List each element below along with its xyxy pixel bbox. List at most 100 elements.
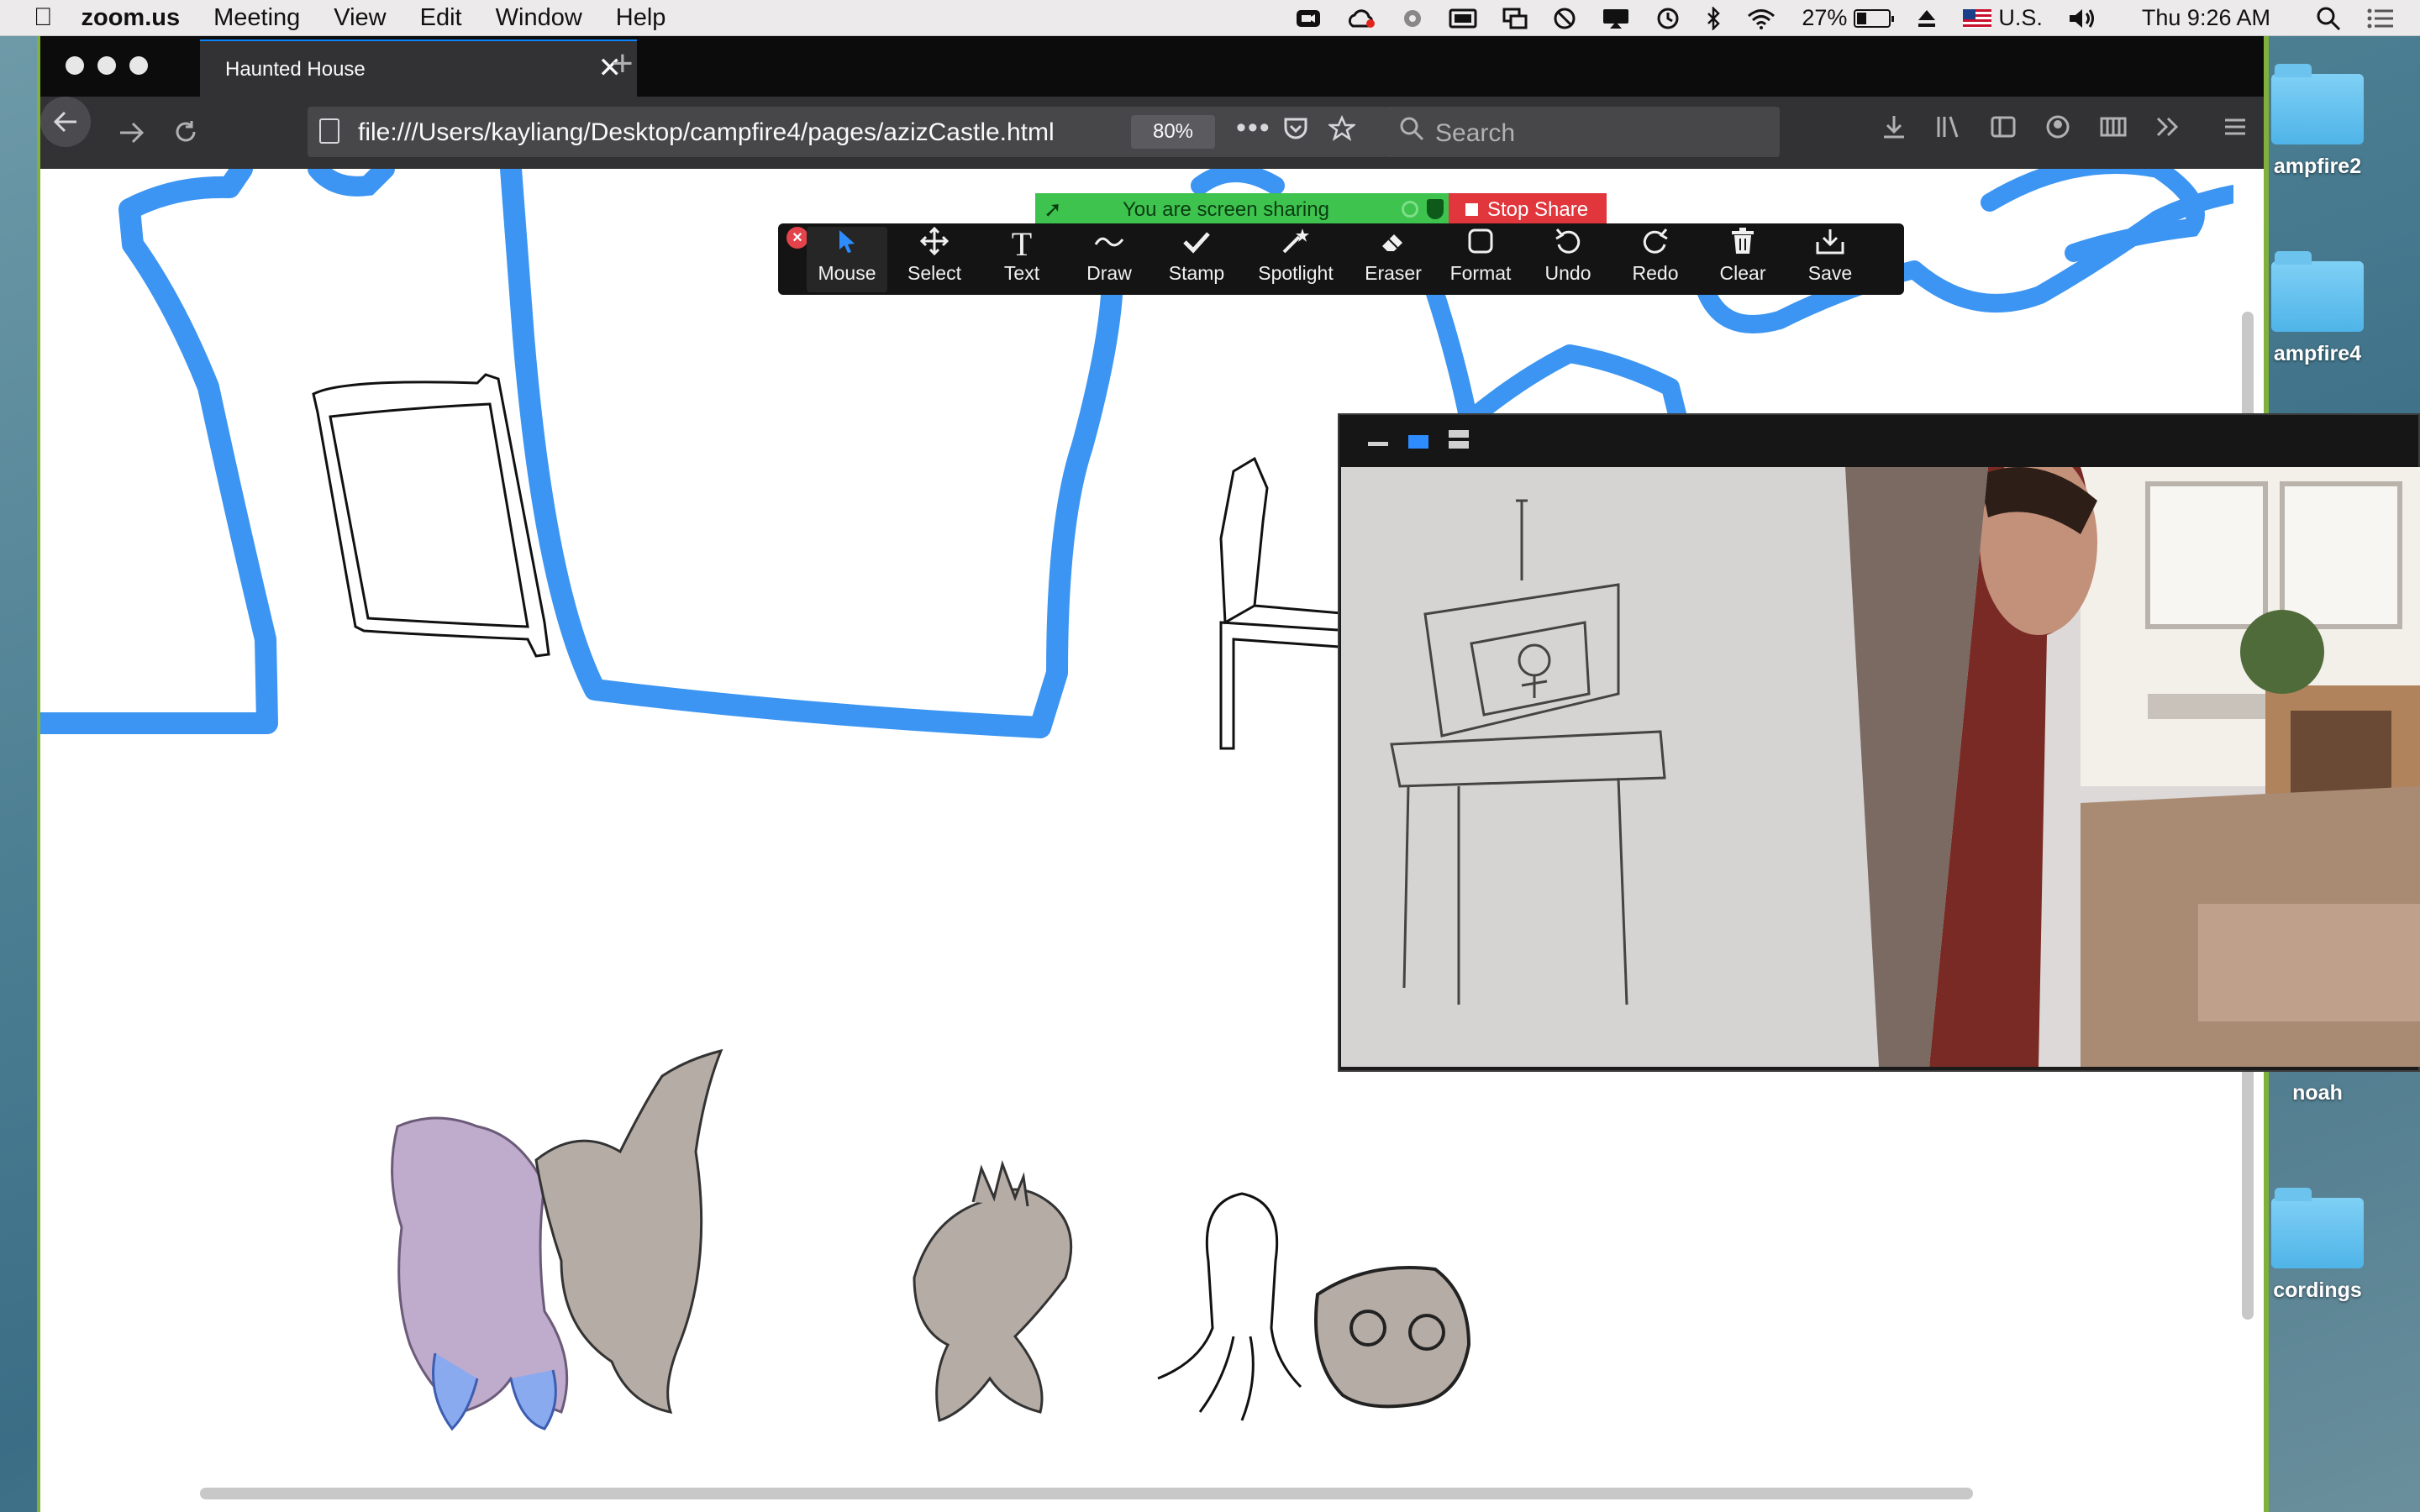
apple-menu-icon[interactable]:  — [34, 3, 53, 32]
desktop-folder-recordings[interactable]: cordings — [2259, 1188, 2376, 1303]
blue-castle-outline-left — [40, 169, 278, 734]
tool-select[interactable]: Select — [894, 226, 975, 292]
window-close-button[interactable] — [66, 56, 84, 75]
tab-title: Haunted House — [225, 58, 366, 81]
square-icon — [1440, 227, 1521, 262]
pocket-icon[interactable] — [1282, 115, 1309, 150]
menu-edit[interactable]: Edit — [420, 4, 462, 32]
tool-eraser[interactable]: Eraser — [1353, 227, 1434, 292]
url-bar[interactable]: file:///Users/kayliang/Desktop/campfire4… — [308, 107, 1387, 157]
share-arrow-icon: ➚ — [1044, 197, 1062, 222]
search-bar[interactable]: Search — [1385, 107, 1780, 157]
reload-button[interactable] — [173, 117, 198, 152]
folder-icon — [2271, 251, 2364, 332]
tool-redo[interactable]: Redo — [1615, 227, 1696, 292]
squiggle-icon — [1069, 227, 1150, 262]
move-arrows-icon — [894, 226, 975, 262]
horizontal-scrollbar[interactable] — [200, 1488, 1973, 1499]
page-actions-icon[interactable]: ••• — [1236, 112, 1271, 144]
time-machine-icon[interactable] — [1655, 7, 1681, 30]
tool-format[interactable]: Format — [1440, 227, 1521, 292]
screen-share-icon[interactable] — [1502, 8, 1528, 29]
search-placeholder: Search — [1435, 119, 1516, 147]
active-speaker-view-icon[interactable] — [1408, 435, 1428, 449]
video-frame-drawing — [1341, 467, 2420, 1067]
menu-view[interactable]: View — [334, 4, 386, 32]
creative-cloud-icon[interactable] — [1346, 8, 1376, 29]
bluetooth-icon[interactable] — [1706, 6, 1721, 30]
menu-help[interactable]: Help — [616, 4, 666, 32]
menu-bar-clock[interactable]: Thu 9:26 AM — [2142, 5, 2270, 31]
spotlight-search-icon[interactable] — [2316, 6, 2341, 31]
page-icon — [319, 118, 339, 144]
folder-icon — [2271, 1188, 2364, 1268]
account-icon[interactable] — [2044, 113, 2071, 148]
redo-icon — [1615, 227, 1696, 262]
video-panel-header — [1339, 415, 2418, 467]
display-mirroring-icon[interactable] — [1449, 8, 1477, 29]
desktop-folder-noah[interactable]: noah — [2259, 1071, 2376, 1105]
undo-icon — [1528, 227, 1608, 262]
search-icon — [1398, 115, 1425, 150]
menu-window[interactable]: Window — [496, 4, 582, 32]
tab-strip: Haunted House ✕ + — [40, 36, 2264, 97]
overflow-chevron-icon[interactable] — [2154, 113, 2181, 148]
window-minimize-button[interactable] — [97, 56, 116, 75]
video-panel[interactable] — [1338, 413, 2420, 1072]
screen-sharing-banner: ➚ You are screen sharing Stop Share — [1035, 193, 1607, 225]
navigation-toolbar: file:///Users/kayliang/Desktop/campfire4… — [40, 97, 2264, 169]
close-annotation-icon[interactable]: × — [786, 227, 808, 249]
menu-meeting[interactable]: Meeting — [213, 4, 300, 32]
menu-bar-status-area: 27% U.S. Thu 9:26 AM — [1296, 0, 2395, 36]
volume-icon[interactable] — [2068, 7, 2096, 30]
wifi-icon[interactable] — [1746, 8, 1776, 29]
window-zoom-button[interactable] — [129, 56, 148, 75]
stop-share-button[interactable]: Stop Share — [1449, 193, 1607, 225]
menu-app-name[interactable]: zoom.us — [82, 4, 181, 32]
tool-stamp[interactable]: Stamp — [1156, 227, 1237, 292]
recording-dot-icon — [1402, 201, 1418, 218]
security-shield-icon — [1427, 199, 1444, 219]
tool-clear[interactable]: Clear — [1702, 227, 1783, 292]
tool-text[interactable]: T Text — [981, 227, 1062, 292]
notification-center-icon[interactable] — [2366, 8, 2395, 29]
tool-draw[interactable]: Draw — [1069, 227, 1150, 292]
url-text[interactable]: file:///Users/kayliang/Desktop/campfire4… — [358, 118, 1055, 147]
blue-scribble-top — [308, 169, 395, 197]
gallery-view-icon[interactable] — [1449, 430, 1469, 449]
chair-sketch — [1219, 456, 1353, 750]
forward-button[interactable] — [118, 117, 145, 152]
back-button[interactable] — [40, 97, 91, 147]
text-icon: T — [1011, 225, 1033, 263]
extension-icon[interactable] — [2099, 113, 2128, 148]
tab-haunted-house[interactable]: Haunted House ✕ — [200, 39, 637, 97]
desktop-folder-campfire4[interactable]: ampfire4 — [2259, 251, 2376, 366]
downloads-icon[interactable] — [1881, 113, 1907, 148]
zoom-status-icon[interactable] — [1296, 8, 1321, 29]
battery-status[interactable]: 27% — [1802, 5, 1895, 31]
tool-save[interactable]: Save — [1790, 227, 1870, 292]
stop-icon — [1465, 203, 1478, 216]
tool-spotlight[interactable]: Spotlight — [1244, 227, 1348, 292]
library-icon[interactable] — [1935, 113, 1964, 148]
save-icon — [1790, 227, 1870, 262]
tool-mouse[interactable]: Mouse — [807, 227, 887, 292]
sync-icon[interactable] — [1402, 8, 1423, 29]
eject-icon[interactable] — [1916, 8, 1938, 29]
hamburger-menu-icon[interactable] — [2222, 113, 2249, 148]
input-source[interactable]: U.S. — [1963, 5, 2043, 31]
sharing-status[interactable]: ➚ You are screen sharing — [1035, 193, 1449, 225]
desktop-folder-campfire2[interactable]: ampfire2 — [2259, 64, 2376, 179]
monster-drawing-2 — [913, 1159, 1073, 1422]
bookmark-star-icon[interactable] — [1327, 114, 1357, 150]
sidebar-icon[interactable] — [1990, 113, 2017, 148]
tool-undo[interactable]: Undo — [1528, 227, 1608, 292]
magic-wand-icon — [1244, 227, 1348, 262]
monster-drawing-1 — [391, 1048, 723, 1431]
zoom-level-button[interactable]: 80% — [1131, 115, 1215, 149]
do-not-disturb-icon[interactable] — [1553, 7, 1576, 30]
minimize-video-icon[interactable] — [1368, 442, 1388, 446]
new-tab-button[interactable]: + — [612, 43, 634, 85]
airplay-icon[interactable] — [1602, 8, 1630, 29]
blue-scribble-mid — [1191, 169, 1285, 195]
